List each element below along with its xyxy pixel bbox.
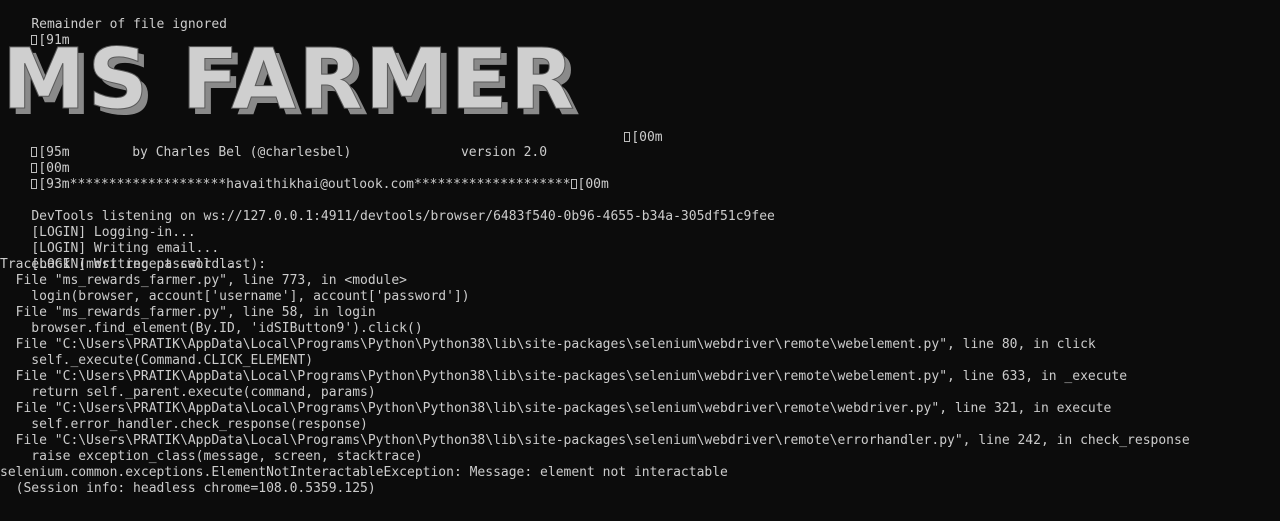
- traceback-text: File "ms_rewards_farmer.py", line 773, i…: [0, 273, 407, 288]
- traceback-line: File "ms_rewards_farmer.py", line 58, in…: [0, 305, 376, 321]
- traceback-line: Traceback (most recent call last):: [0, 257, 266, 273]
- account-line: [93m********************havaithikhai@out…: [0, 161, 609, 192]
- exception-line: selenium.common.exceptions.ElementNotInt…: [0, 465, 728, 481]
- exception-text: selenium.common.exceptions.ElementNotInt…: [0, 465, 728, 480]
- account-text: [93m********************havaithikhai@out…: [38, 177, 571, 192]
- traceback-line: File "C:\Users\PRATIK\AppData\Local\Prog…: [0, 401, 1112, 417]
- terminal-window[interactable]: Remainder of file ignored [91m MS FARMER…: [0, 0, 1280, 521]
- traceback-text: File "C:\Users\PRATIK\AppData\Local\Prog…: [0, 337, 1096, 352]
- ansi-color-line: [91m: [0, 17, 70, 48]
- banner-title: MS FARMER: [2, 32, 576, 118]
- traceback-text: self._execute(Command.CLICK_ELEMENT): [0, 353, 314, 368]
- session-info-text: (Session info: headless chrome=108.0.535…: [0, 481, 376, 496]
- devtools-line: DevTools listening on ws://127.0.0.1:491…: [0, 193, 775, 224]
- traceback-text: File "C:\Users\PRATIK\AppData\Local\Prog…: [0, 433, 1190, 448]
- traceback-line: browser.find_element(By.ID, 'idSIButton9…: [0, 321, 423, 337]
- log-line: [LOGIN] Logging-in...: [0, 209, 195, 240]
- session-info-line: (Session info: headless chrome=108.0.535…: [0, 481, 376, 497]
- traceback-line: File "ms_rewards_farmer.py", line 773, i…: [0, 273, 407, 289]
- banner-reset-code: [00m: [593, 114, 663, 145]
- log-line: [LOGIN] Writing password...: [0, 241, 242, 272]
- traceback-line: self._execute(Command.CLICK_ELEMENT): [0, 353, 313, 369]
- ansi-reset-code: [00m: [631, 130, 663, 145]
- traceback-text: browser.find_element(By.ID, 'idSIButton9…: [0, 321, 423, 336]
- escape-char-icon: [624, 132, 631, 142]
- traceback-text: File "ms_rewards_farmer.py", line 58, in…: [0, 305, 376, 320]
- traceback-text: File "C:\Users\PRATIK\AppData\Local\Prog…: [0, 401, 1112, 416]
- escape-char-icon: [570, 179, 577, 189]
- reset-line: [00m: [0, 145, 70, 176]
- notice-line: Remainder of file ignored: [0, 1, 227, 32]
- traceback-line: File "C:\Users\PRATIK\AppData\Local\Prog…: [0, 337, 1096, 353]
- traceback-line: File "C:\Users\PRATIK\AppData\Local\Prog…: [0, 369, 1127, 385]
- escape-char-icon: [31, 179, 38, 189]
- traceback-text: raise exception_class(message, screen, s…: [0, 449, 423, 464]
- traceback-text: return self._parent.execute(command, par…: [0, 385, 376, 400]
- traceback-line: login(browser, account['username'], acco…: [0, 289, 470, 305]
- credit-line: [95m by Charles Bel (@charlesbel) versio…: [0, 129, 547, 160]
- credit-text: [95m by Charles Bel (@charlesbel) versio…: [38, 145, 548, 160]
- traceback-line: raise exception_class(message, screen, s…: [0, 449, 423, 465]
- banner-graphic: MS FARMER MS FARMER: [2, 30, 581, 135]
- account-reset-text: [00m: [577, 177, 609, 192]
- traceback-text: login(browser, account['username'], acco…: [0, 289, 470, 304]
- ascii-banner: MS FARMER MS FARMER: [0, 30, 600, 135]
- traceback-line: File "C:\Users\PRATIK\AppData\Local\Prog…: [0, 433, 1190, 449]
- traceback-text: Traceback (most recent call last):: [0, 257, 267, 272]
- traceback-line: self.error_handler.check_response(respon…: [0, 417, 368, 433]
- traceback-line: return self._parent.execute(command, par…: [0, 385, 376, 401]
- traceback-text: self.error_handler.check_response(respon…: [0, 417, 368, 432]
- traceback-text: File "C:\Users\PRATIK\AppData\Local\Prog…: [0, 369, 1128, 384]
- log-line: [LOGIN] Writing email...: [0, 225, 219, 256]
